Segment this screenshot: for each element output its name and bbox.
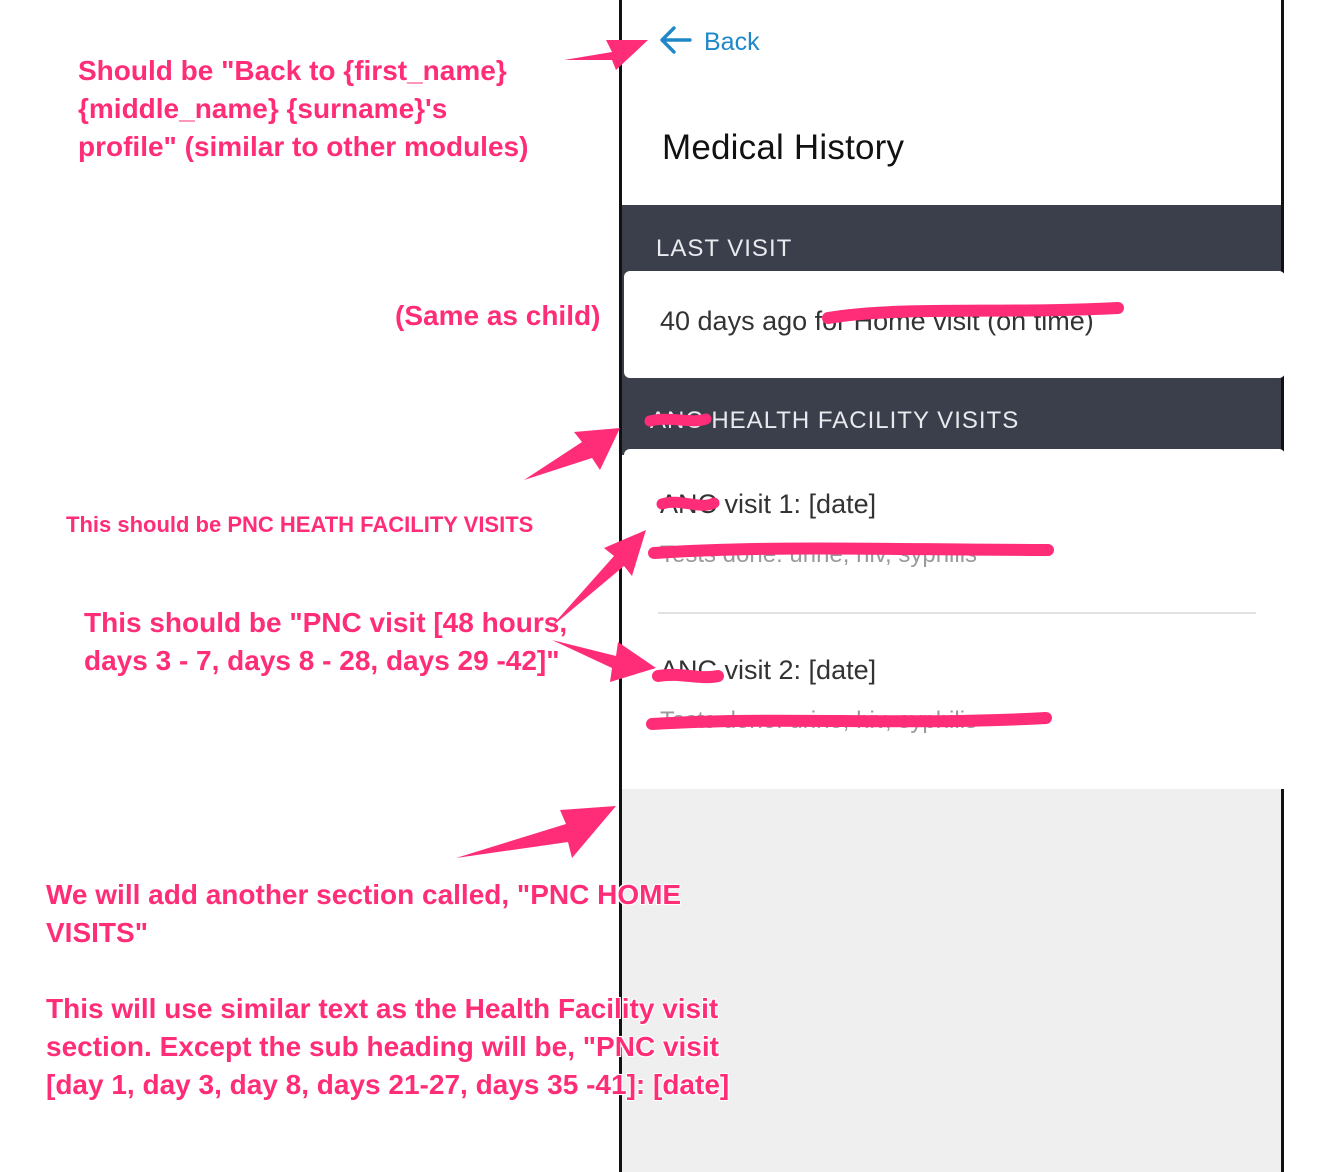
facility-visits-card: ANC visit 1: [date] Tests done: urine, h… <box>624 449 1285 789</box>
annotation-back: Should be "Back to {first_name} {middle_… <box>78 55 529 162</box>
facility-visits-section: ANC HEALTH FACILITY VISITS <box>622 385 1281 455</box>
visit-2-subtitle: Tests done: urine, hiv, syphilis <box>660 707 978 734</box>
back-label: Back <box>704 27 760 56</box>
struck-last-visit-detail: for Home visit (on time) <box>814 306 1094 336</box>
arrow-heading <box>524 428 620 480</box>
facility-visits-heading: ANC HEALTH FACILITY VISITS <box>650 407 1020 434</box>
visit-2-title: ANC visit 2: [date] <box>660 655 877 685</box>
visit-1-subtitle: Tests done: urine, hiv, syphilis <box>660 541 978 568</box>
visit-1-title: ANC visit 1: [date] <box>660 489 877 519</box>
struck-visit-prefix: ANC <box>660 489 718 519</box>
annotation-visit-title: This should be "PNC visit [48 hours, day… <box>84 607 568 676</box>
last-visit-card: 40 days ago for Home visit (on time) <box>624 271 1285 378</box>
annotation-facility-heading: This should be PNC HEATH FACILITY VISITS <box>66 512 534 537</box>
page-title: Medical History <box>662 128 905 167</box>
annotation-home-visits: We will add another section called, "PNC… <box>46 879 730 1100</box>
annotation-last-visit: (Same as child) <box>395 300 601 331</box>
last-visit-heading: LAST VISIT <box>656 235 793 262</box>
back-button[interactable]: Back <box>658 22 760 62</box>
struck-heading-prefix: ANC <box>650 407 704 434</box>
arrow-empty-area <box>456 806 616 858</box>
divider <box>658 612 1256 614</box>
last-visit-text: 40 days ago for Home visit (on time) <box>660 306 1094 336</box>
arrow-left-icon <box>658 25 692 60</box>
struck-visit-prefix: ANC <box>660 655 718 685</box>
